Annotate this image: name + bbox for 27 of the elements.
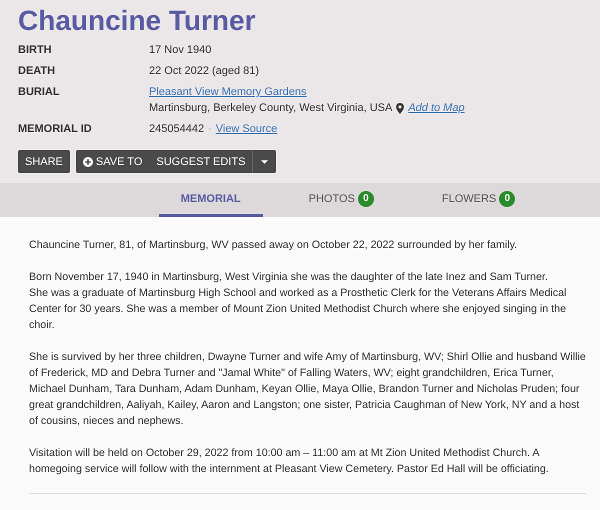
caret-icon — [261, 160, 268, 164]
separator: · — [208, 122, 212, 136]
save-to-button[interactable]: SAVE TO — [76, 150, 150, 173]
obituary-paragraph: Chauncine Turner, 81, of Martinsburg, WV passed away on October 22, 2022 surrounded by her family. — [29, 238, 518, 253]
tab[interactable]: MEMORIAL — [158, 183, 263, 217]
obituary-paragraph: Visitation will be held on October 29, 2022 from 10:00 am – 11:00 am at Mt Zion United Methodist Church. A homegoing service will follow with the internment at Pleasant View Cemetery. Pastor Ed Hall will be officiating. — [29, 446, 550, 477]
fact-label: BIRTH — [18, 43, 53, 57]
fact-value: Martinsburg, Berkeley County, West Virginia, USA — [149, 101, 392, 115]
suggest-edits-button[interactable]: SUGGEST EDITS — [149, 150, 252, 173]
obituary-paragraph: Born November 17, 1940 in Martinsburg, West Virginia she was the daughter of the late Inez and Sam Turner. She was a graduate of Martinsburg High School and worked as a Prosthetic Clerk for the Veterans Affairs Medical Center for 30 years. She was a member of Mount Zion United Methodist Church where she enjoyed singing in the choir. — [29, 270, 568, 333]
tab[interactable]: PHOTOS 0 — [286, 183, 396, 217]
tab[interactable]: FLOWERS 0 — [420, 183, 538, 217]
memorial-name: Chauncine Turner — [18, 4, 257, 38]
plus-circle-icon — [82, 156, 93, 166]
dropdown-button[interactable] — [252, 150, 276, 173]
fact-value: 22 Oct 2022 (aged 81) — [149, 64, 260, 78]
fact-value: 17 Nov 1940 — [149, 43, 212, 57]
map-pin-icon — [396, 102, 404, 114]
share-button[interactable]: SHARE — [18, 150, 70, 173]
fact-label: MEMORIAL ID — [18, 122, 93, 136]
fact-value: 245054442 — [149, 122, 204, 136]
obituary-paragraph: She is survived by her three children, Dwayne Turner and wife Amy of Martinsburg, WV; Shirl Ollie and husband Willie of Frederick, MD and Debra Turner and "Jamal White" of Falling Waters, WV; eight grandchildren, Erica Turner, Michael Dunham, Tara Dunham, Adam Dunham, Keyan Ollie, Maya Ollie, Brandon Turner and Nicholas Pruden; four great grandchildren, Aaliyah, Kailey, Aaron and Langston; one sister, Patricia Caughman of New York, NY and a host of cousins, nieces and nephews. — [29, 350, 586, 429]
cemetery-link[interactable]: Pleasant View Memory Gardens — [149, 85, 582, 99]
add-to-map-link[interactable]: Add to Map — [408, 101, 465, 115]
fact-label: BURIAL — [18, 85, 61, 100]
fact-label: DEATH — [18, 64, 56, 78]
view-source-link[interactable]: View Source — [216, 122, 278, 136]
